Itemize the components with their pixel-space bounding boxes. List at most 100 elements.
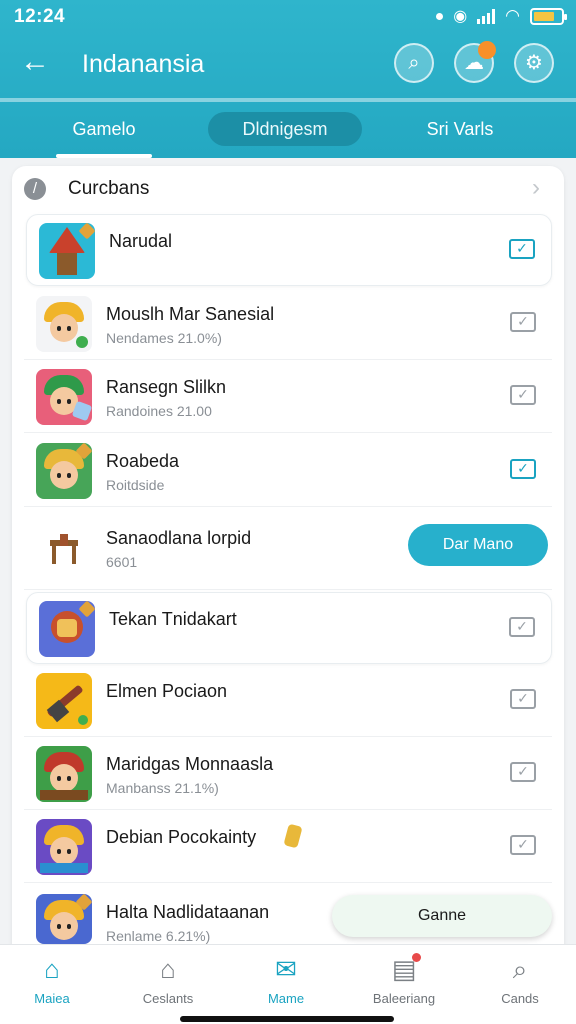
notification-badge <box>478 41 496 59</box>
active-tab-indicator <box>56 154 152 158</box>
list-item[interactable]: Narudal ✓ <box>26 214 552 286</box>
row-title: Halta Nadlidataanan <box>106 902 270 922</box>
settings-icon: ⚙ <box>525 52 543 74</box>
tab-gamelo[interactable]: Gamelo <box>56 112 152 146</box>
nav-label: Cands <box>501 991 539 1006</box>
check-icon: ✓ <box>517 690 529 706</box>
profile-button[interactable]: ☁ <box>454 41 496 83</box>
game-thumbnail <box>36 443 92 499</box>
row-action-button[interactable]: Dar Mano <box>408 524 548 566</box>
row-checkbox[interactable]: ✓ <box>510 689 536 709</box>
nav-item-mame[interactable]: ✉ Mame <box>236 951 336 1011</box>
row-title: Ransegn Slilkn <box>106 377 227 397</box>
status-time: 12:24 <box>14 6 66 27</box>
row-title: Mouslh Mar Sanesial <box>106 304 275 324</box>
row-title: Debian Pocokainty <box>106 827 257 847</box>
check-icon: ✓ <box>517 763 529 779</box>
nav-label: Maiea <box>34 991 70 1006</box>
tab-bar: Gamelo Dldnigesm Sri Varls <box>0 104 576 158</box>
game-thumbnail <box>36 673 92 729</box>
row-checkbox[interactable]: ✓ <box>509 239 535 259</box>
game-thumbnail <box>36 819 92 875</box>
section-title: Curcbans <box>68 178 150 199</box>
game-thumbnail <box>36 369 92 425</box>
row-title: Maridgas Monnaasla <box>106 754 274 774</box>
tab-sri-varls[interactable]: Sri Varls <box>400 112 520 146</box>
row-subtitle: Randoines 21.00 <box>106 403 212 419</box>
row-checkbox[interactable]: ✓ <box>510 312 536 332</box>
notification-badge <box>412 953 421 962</box>
game-thumbnail <box>36 894 92 944</box>
key-icon <box>283 823 303 849</box>
home-indicator <box>180 1016 394 1022</box>
check-icon: ✓ <box>516 618 528 634</box>
status-bar: 12:24 ◉ ◠ <box>0 0 576 34</box>
list-item[interactable]: Roabeda Roitdside ✓ <box>24 435 552 507</box>
app-header: 12:24 ◉ ◠ ← Indanansia ⌕ ☁ ⚙ Gamelo Dldn… <box>0 0 576 158</box>
slash-circle-icon: / <box>24 178 46 200</box>
check-icon: ✓ <box>517 386 529 402</box>
house-outline-icon: ⌂ <box>160 954 176 984</box>
search-icon: ⌕ <box>512 954 528 984</box>
row-checkbox[interactable]: ✓ <box>510 385 536 405</box>
nav-label: Mame <box>267 991 305 1006</box>
bottom-navigation: ⌂ Maiea ⌂ Ceslants ✉ Mame ▤ Baleeriang ⌕… <box>0 944 576 1024</box>
nav-item-home[interactable]: ⌂ Maiea <box>2 951 102 1011</box>
tab-dldnigesm[interactable]: Dldnigesm <box>208 112 362 146</box>
list-item[interactable]: Debian Pocokainty ✓ <box>24 811 552 883</box>
check-icon: ✓ <box>517 460 529 476</box>
search-button[interactable]: ⌕ <box>394 43 434 83</box>
row-subtitle: Roitdside <box>106 477 165 493</box>
row-title: Elmen Pociaon <box>106 681 228 701</box>
search-icon: ⌕ <box>408 52 420 74</box>
check-icon: ✓ <box>517 836 529 852</box>
battery-icon <box>530 7 567 25</box>
check-icon: ✓ <box>516 240 528 256</box>
row-subtitle: 6601 <box>106 554 138 570</box>
list-item[interactable]: Mouslh Mar Sanesial Nendames 21.0%) ✓ <box>24 288 552 360</box>
back-button[interactable]: ← <box>18 46 52 80</box>
news-icon: ▤ <box>389 953 421 983</box>
row-checkbox[interactable]: ✓ <box>510 762 536 782</box>
game-thumbnail <box>36 520 92 576</box>
game-thumbnail <box>39 223 95 279</box>
status-icons: ◉ ◠ <box>436 6 567 26</box>
nav-label: Ceslants <box>142 991 194 1006</box>
nav-item-ceslants[interactable]: ⌂ Ceslants <box>118 951 218 1011</box>
game-floating-button[interactable]: Ganne <box>332 895 552 937</box>
row-title: Tekan Tnidakart <box>109 609 237 629</box>
row-checkbox[interactable]: ✓ <box>510 835 536 855</box>
row-subtitle: Nendames 21.0%) <box>106 330 222 346</box>
notification-dot-icon <box>436 12 444 20</box>
section-header[interactable]: / Curcbans › <box>24 172 544 208</box>
list-item[interactable]: Maridgas Monnaasla Manbanss 21.1%) ✓ <box>24 738 552 810</box>
check-icon: ✓ <box>517 313 529 329</box>
home-icon: ⌂ <box>44 954 60 984</box>
settings-button[interactable]: ⚙ <box>514 43 554 83</box>
list-item[interactable]: Elmen Pociaon ✓ <box>24 665 552 737</box>
wifi-icon: ◠ <box>505 6 520 25</box>
page-title: Indanansia <box>82 50 205 78</box>
row-subtitle: Manbanss 21.1%) <box>106 780 219 796</box>
nav-item-baleeriang[interactable]: ▤ Baleeriang <box>354 951 454 1011</box>
arrow-left-icon: ← <box>20 45 50 78</box>
list-item[interactable]: Ransegn Slilkn Randoines 21.00 ✓ <box>24 361 552 433</box>
nav-item-cands[interactable]: ⌕ Cands <box>470 951 570 1011</box>
row-title: Roabeda <box>106 451 180 471</box>
header-divider <box>0 98 576 102</box>
signal-icon <box>477 8 496 24</box>
row-subtitle: Renlame 6.21%) <box>106 928 211 944</box>
row-title: Narudal <box>109 231 173 251</box>
row-checkbox[interactable]: ✓ <box>510 459 536 479</box>
game-thumbnail <box>39 601 95 657</box>
row-title: Sanaodlana lorpid <box>106 528 252 548</box>
list-item[interactable]: Sanaodlana lorpid 6601 Dar Mano <box>24 512 552 590</box>
row-checkbox[interactable]: ✓ <box>509 617 535 637</box>
alarm-icon: ◉ <box>453 8 468 25</box>
chevron-right-icon: › <box>532 174 540 201</box>
game-thumbnail <box>36 746 92 802</box>
list-item[interactable]: Tekan Tnidakart ✓ <box>26 592 552 664</box>
nav-label: Baleeriang <box>372 991 436 1006</box>
game-thumbnail <box>36 296 92 352</box>
chat-icon: ✉ <box>275 954 297 984</box>
